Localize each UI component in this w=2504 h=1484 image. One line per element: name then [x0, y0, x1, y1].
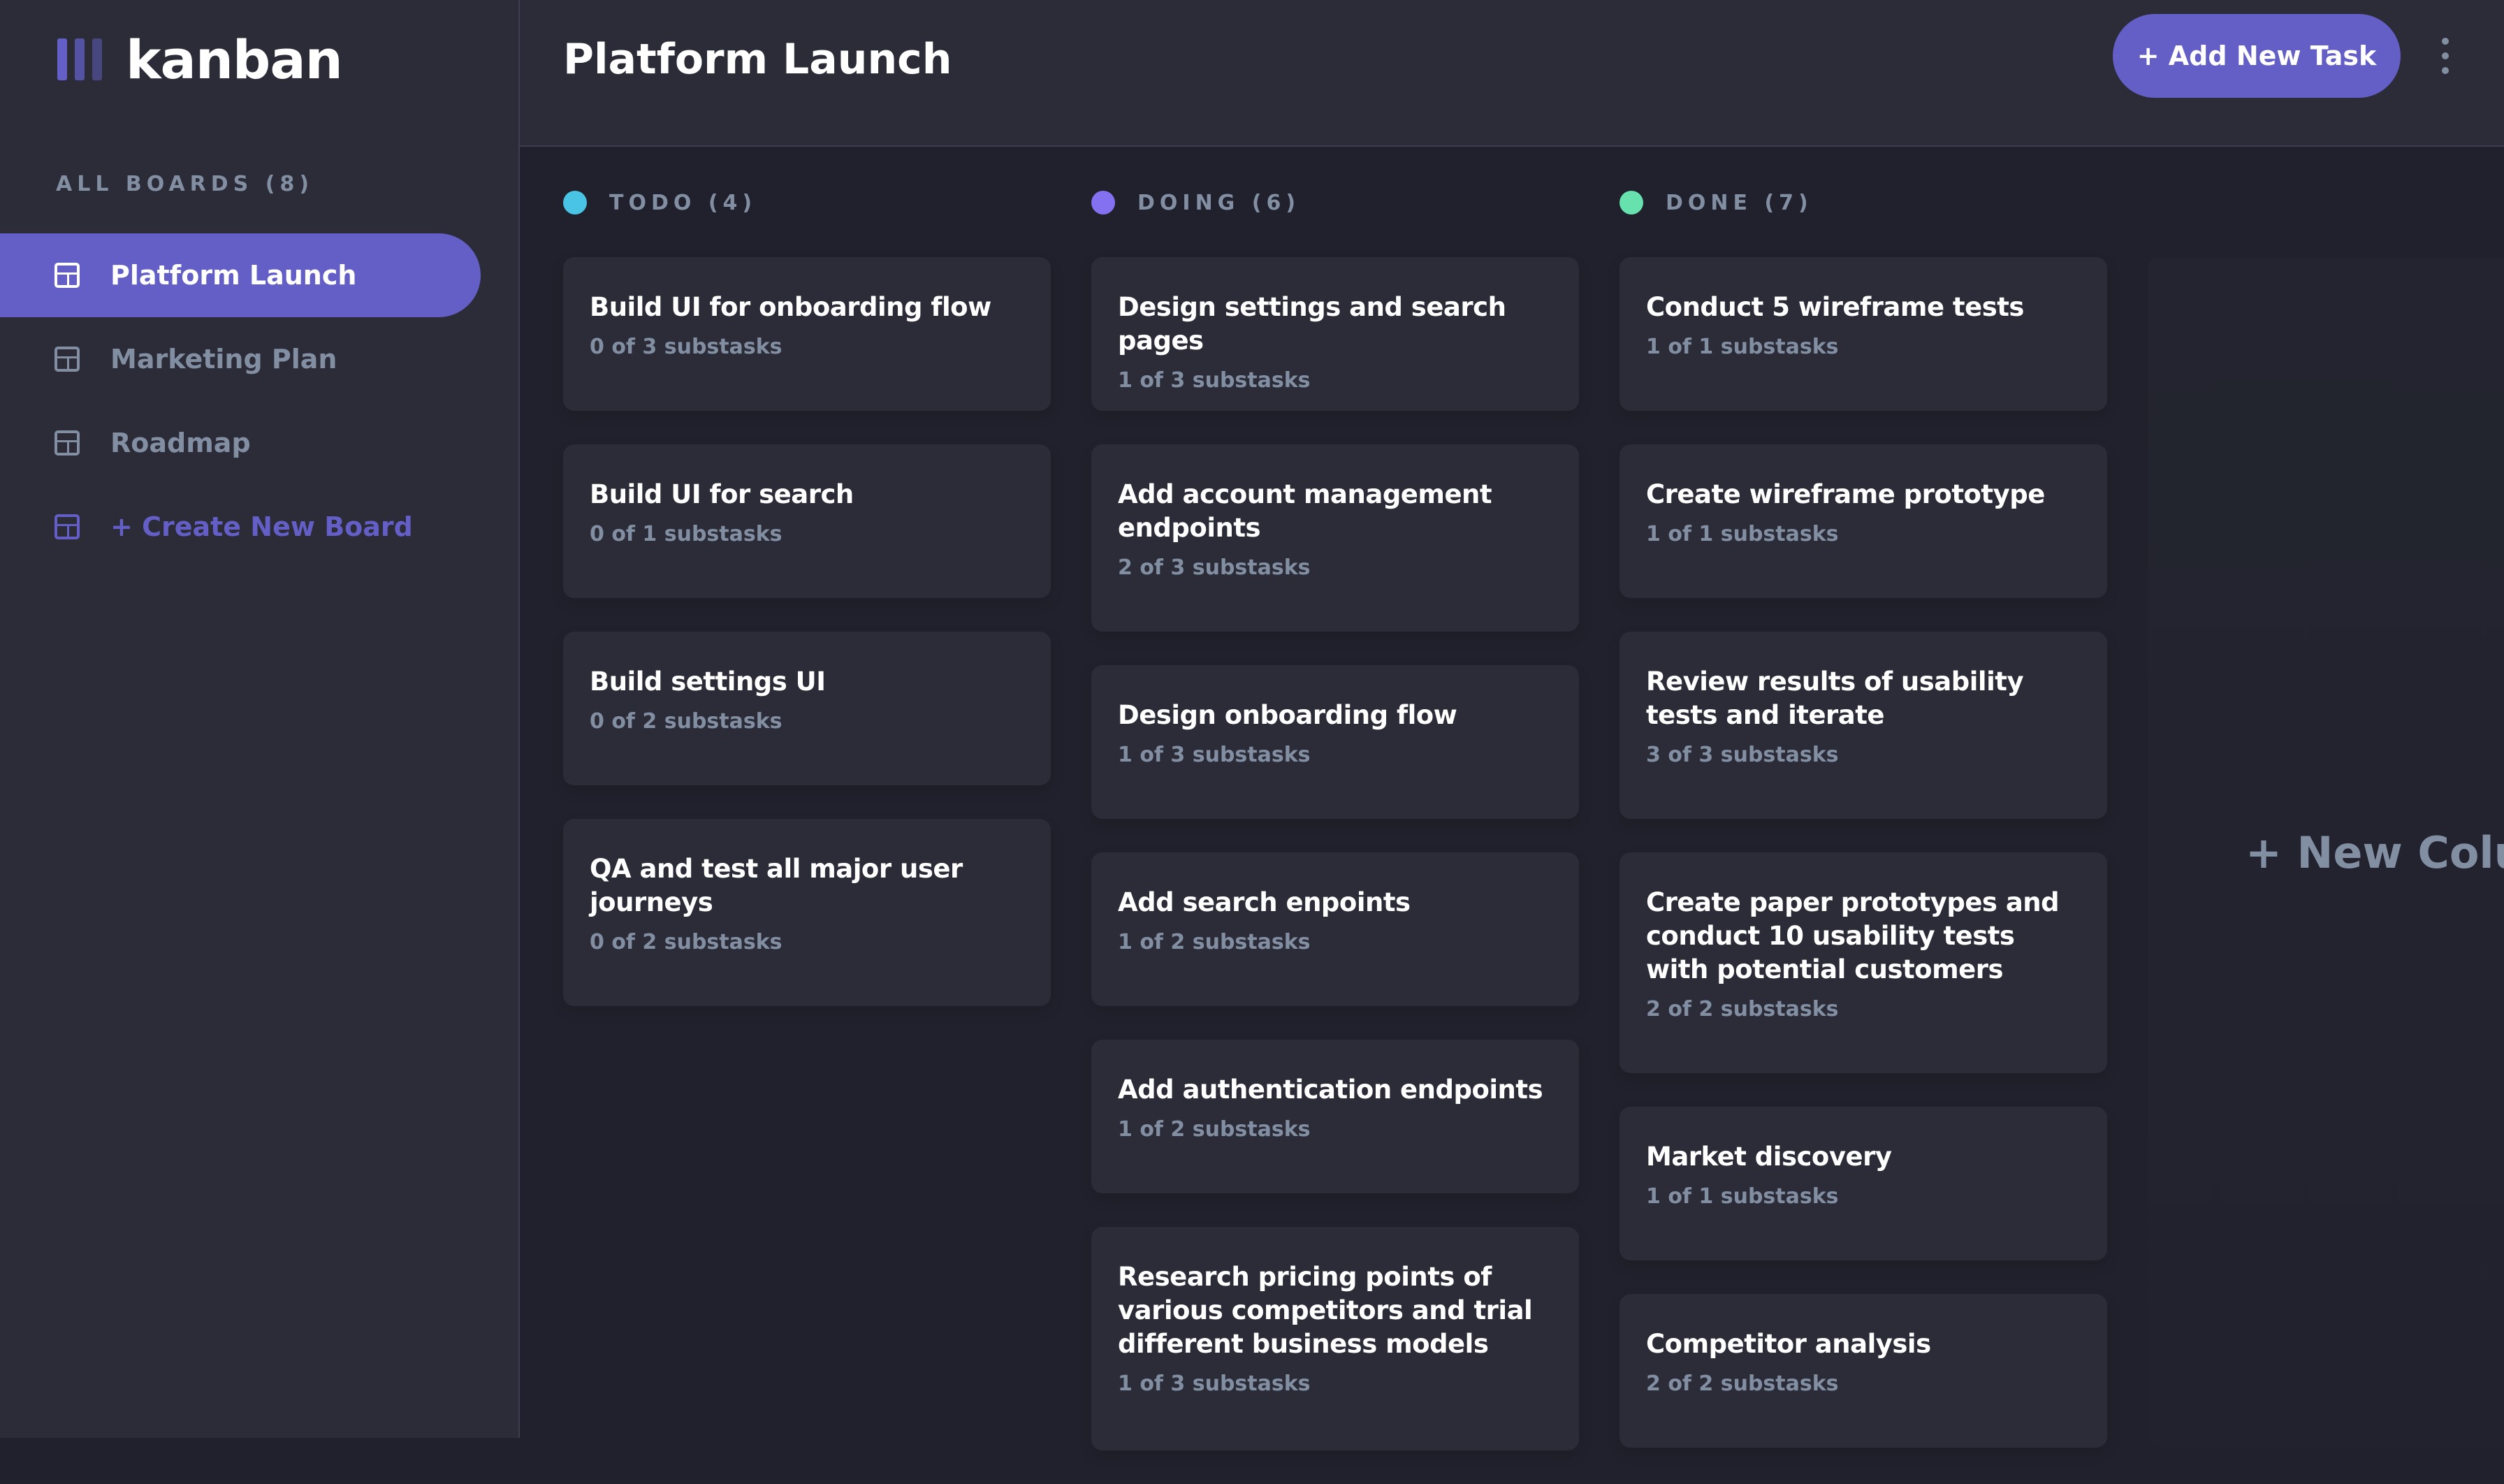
task-subtasks: 0 of 2 substasks [590, 930, 782, 954]
task-subtasks: 1 of 1 substasks [1646, 1184, 1839, 1209]
task-title: Competitor analysis [1646, 1329, 1931, 1359]
task-card[interactable]: Design settings and search pages 1 of 3 … [1091, 257, 1579, 411]
column-header: DONE (7) [1619, 184, 2107, 221]
board-column-todo: TODO (4) Build UI for onboarding flow 0 … [563, 184, 1051, 1040]
column-title: DOING (6) [1137, 190, 1301, 215]
sidebar-item-roadmap[interactable]: Roadmap [0, 401, 481, 485]
task-card[interactable]: Add search enpoints 1 of 2 substasks [1091, 852, 1579, 1006]
sidebar-item-label: Marketing Plan [110, 344, 337, 374]
task-subtasks: 2 of 2 substasks [1646, 997, 1839, 1021]
sidebar-item-platform-launch[interactable]: Platform Launch [0, 233, 481, 317]
task-subtasks: 0 of 1 substasks [590, 522, 782, 546]
task-title: Build settings UI [590, 667, 826, 697]
task-card[interactable]: Create wireframe prototype 1 of 1 substa… [1619, 444, 2107, 598]
task-title: Create wireframe prototype [1646, 479, 2045, 509]
task-title: Add search enpoints [1118, 887, 1411, 917]
task-card[interactable]: Add authentication endpoints 1 of 2 subs… [1091, 1040, 1579, 1193]
board-list: Platform Launch Marketing Plan Roadmap +… [0, 233, 481, 569]
task-title: Design settings and search pages [1118, 292, 1506, 356]
task-title: Design onboarding flow [1118, 700, 1457, 730]
task-title: Create paper prototypes and conduct 10 u… [1646, 887, 2060, 984]
task-card[interactable]: Build settings UI 0 of 2 substasks [563, 632, 1051, 785]
board-icon [54, 430, 80, 456]
sidebar-item-marketing-plan[interactable]: Marketing Plan [0, 317, 481, 401]
column-title: TODO (4) [609, 190, 757, 215]
task-title: Research pricing points of various compe… [1118, 1262, 1533, 1359]
sidebar-item-label: Roadmap [110, 428, 251, 458]
all-boards-heading: ALL BOARDS (8) [56, 172, 314, 196]
task-card[interactable]: QA and test all major user journeys 0 of… [563, 819, 1051, 1006]
task-card[interactable]: Research pricing points of various compe… [1091, 1227, 1579, 1450]
column-title: DONE (7) [1666, 190, 1813, 215]
task-subtasks: 1 of 3 substasks [1118, 743, 1311, 767]
logo-text: kanban [126, 28, 343, 91]
task-subtasks: 1 of 3 substasks [1118, 368, 1311, 393]
board-column-done: DONE (7) Conduct 5 wireframe tests 1 of … [1619, 184, 2107, 1481]
board-icon [54, 347, 80, 372]
add-new-task-button[interactable]: + Add New Task [2113, 14, 2401, 98]
app-logo: kanban [57, 28, 343, 91]
column-color-dot [1619, 191, 1643, 214]
column-color-dot [1091, 191, 1115, 214]
task-card[interactable]: Build UI for search 0 of 1 substasks [563, 444, 1051, 598]
board-icon [54, 514, 80, 539]
column-header: TODO (4) [563, 184, 1051, 221]
sidebar: kanban ALL BOARDS (8) Platform Launch Ma… [0, 0, 520, 1438]
logo-bars-icon [57, 38, 102, 80]
task-subtasks: 3 of 3 substasks [1646, 743, 1839, 767]
new-column-label: + New Column [2245, 827, 2504, 878]
vertical-ellipsis-icon[interactable] [2438, 38, 2452, 74]
page-title: Platform Launch [563, 35, 952, 84]
task-subtasks: 1 of 1 substasks [1646, 522, 1839, 546]
task-title: Conduct 5 wireframe tests [1646, 292, 2024, 322]
task-card[interactable]: Conduct 5 wireframe tests 1 of 1 substas… [1619, 257, 2107, 411]
task-title: Build UI for search [590, 479, 854, 509]
task-title: Add account management endpoints [1118, 479, 1492, 543]
task-card[interactable]: Add account management endpoints 2 of 3 … [1091, 444, 1579, 632]
task-card[interactable]: Review results of usability tests and it… [1619, 632, 2107, 819]
column-header: DOING (6) [1091, 184, 1579, 221]
board-column-doing: DOING (6) Design settings and search pag… [1091, 184, 1579, 1484]
task-card[interactable]: Design onboarding flow 1 of 3 substasks [1091, 665, 1579, 819]
top-header: Platform Launch + Add New Task [520, 0, 2504, 147]
task-card[interactable]: Market discovery 1 of 1 substasks [1619, 1107, 2107, 1260]
task-card[interactable]: Build UI for onboarding flow 0 of 3 subs… [563, 257, 1051, 411]
create-new-board-button[interactable]: + Create New Board [0, 485, 481, 569]
new-column-button[interactable]: + New Column [2148, 259, 2504, 1446]
task-title: Review results of usability tests and it… [1646, 667, 2024, 730]
create-new-board-label: + Create New Board [110, 511, 413, 542]
task-subtasks: 2 of 3 substasks [1118, 555, 1311, 580]
task-subtasks: 0 of 2 substasks [590, 709, 782, 734]
task-subtasks: 1 of 2 substasks [1118, 930, 1311, 954]
board-icon [54, 263, 80, 288]
task-title: Market discovery [1646, 1142, 1892, 1172]
task-subtasks: 0 of 3 substasks [590, 335, 782, 359]
task-subtasks: 1 of 2 substasks [1118, 1117, 1311, 1142]
column-color-dot [563, 191, 587, 214]
task-subtasks: 1 of 1 substasks [1646, 335, 1839, 359]
task-card[interactable]: Competitor analysis 2 of 2 substasks [1619, 1294, 2107, 1448]
task-card[interactable]: Create paper prototypes and conduct 10 u… [1619, 852, 2107, 1073]
task-subtasks: 1 of 3 substasks [1118, 1372, 1311, 1396]
task-title: Add authentication endpoints [1118, 1075, 1543, 1105]
task-subtasks: 2 of 2 substasks [1646, 1372, 1839, 1396]
task-title: QA and test all major user journeys [590, 854, 963, 917]
sidebar-item-label: Platform Launch [110, 260, 357, 291]
task-title: Build UI for onboarding flow [590, 292, 991, 322]
